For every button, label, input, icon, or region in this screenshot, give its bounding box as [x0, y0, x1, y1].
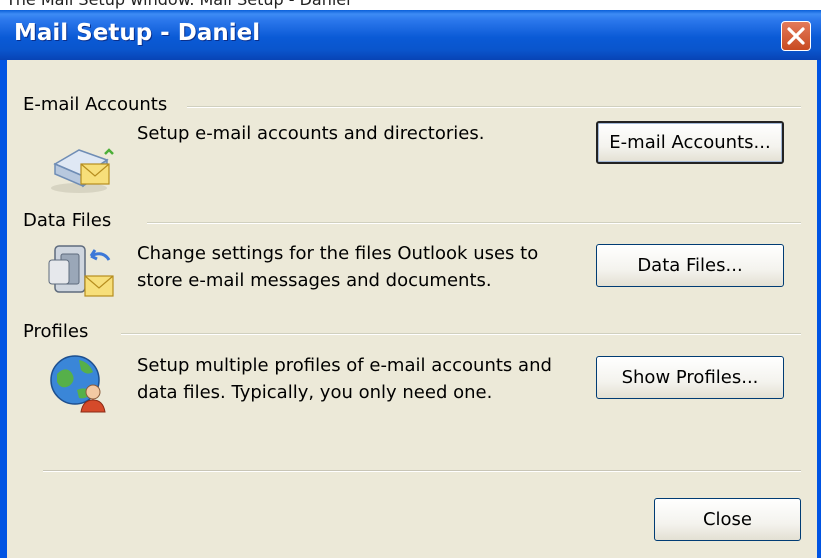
- group-label-email-accounts: E-mail Accounts: [23, 94, 176, 115]
- data-files-description-line2: store e-mail messages and documents.: [137, 270, 492, 291]
- group-divider: [121, 333, 801, 335]
- group-label-profiles: Profiles: [23, 321, 97, 342]
- data-files-icon: [48, 245, 114, 297]
- title-bar[interactable]: Mail Setup - Daniel: [0, 10, 821, 60]
- show-profiles-button[interactable]: Show Profiles...: [596, 356, 784, 399]
- partial-caption-text: The Mail Setup window. Mail Setup - Dani…: [0, 0, 821, 10]
- email-accounts-icon: [51, 148, 114, 193]
- close-button[interactable]: Close: [654, 498, 801, 541]
- profiles-description: Setup multiple profiles of e-mail accoun…: [137, 352, 552, 406]
- group-divider: [187, 106, 801, 108]
- close-icon: [787, 27, 805, 45]
- email-accounts-description: Setup e-mail accounts and directories.: [137, 123, 485, 144]
- profiles-description-line2: data files. Typically, you only need one…: [137, 382, 493, 403]
- email-accounts-button[interactable]: E-mail Accounts...: [596, 121, 784, 164]
- group-label-data-files: Data Files: [23, 210, 120, 231]
- dialog-body: E-mail Accounts Setup e-mail accounts an…: [7, 60, 817, 558]
- mail-setup-window: Mail Setup - Daniel E-mail Accounts Setu…: [0, 10, 821, 558]
- footer-separator: [43, 470, 801, 472]
- profiles-description-line1: Setup multiple profiles of e-mail accoun…: [137, 355, 552, 376]
- close-window-button[interactable]: [781, 21, 811, 51]
- data-files-button[interactable]: Data Files...: [596, 244, 784, 287]
- data-files-description-line1: Change settings for the files Outlook us…: [137, 243, 539, 264]
- data-files-description: Change settings for the files Outlook us…: [137, 240, 538, 294]
- window-title: Mail Setup - Daniel: [14, 20, 261, 46]
- profiles-icon: [50, 355, 106, 413]
- group-divider: [147, 222, 801, 224]
